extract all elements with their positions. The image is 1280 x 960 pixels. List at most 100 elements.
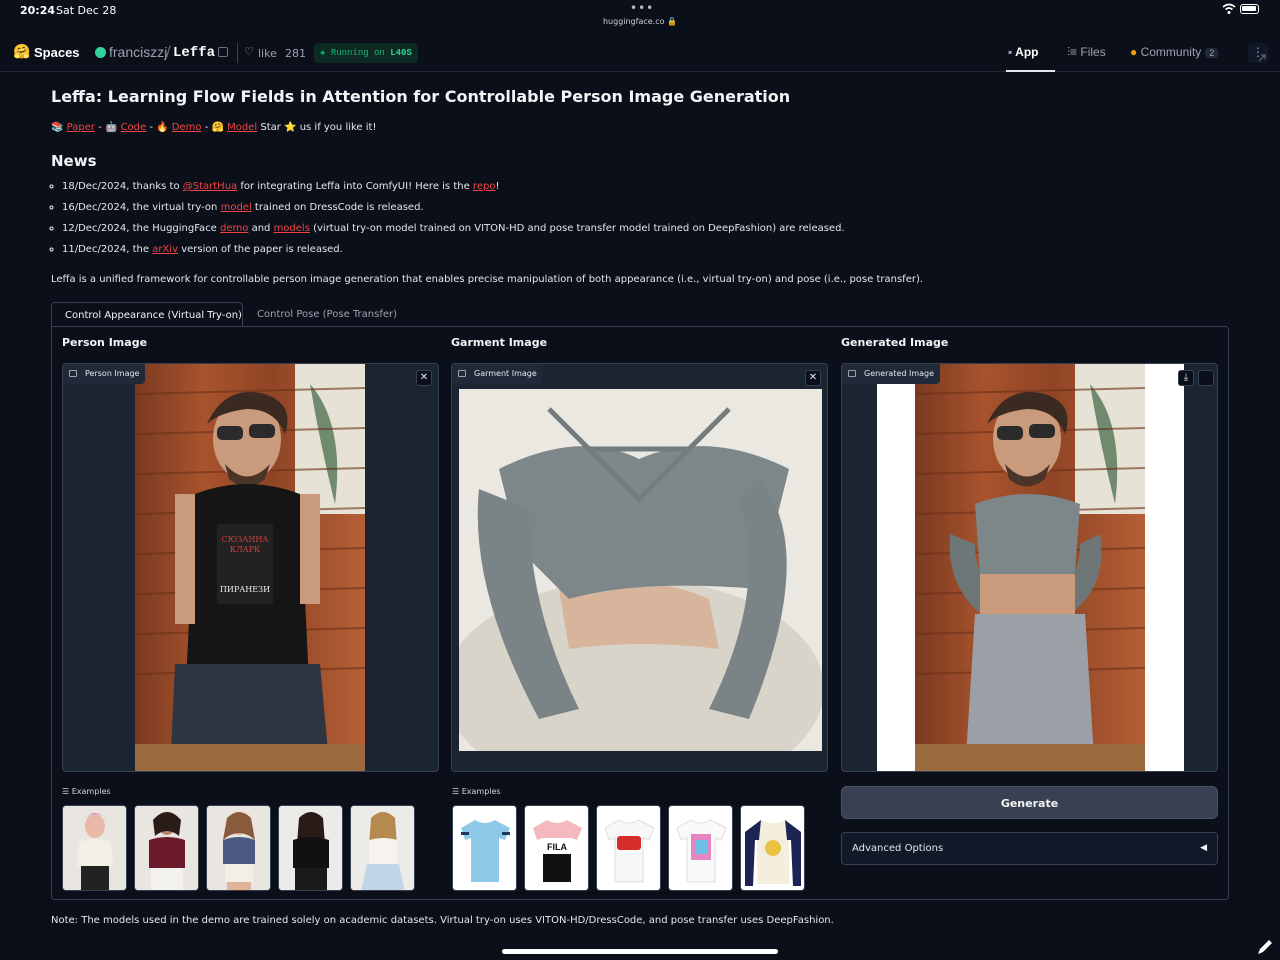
person-photo-art: СЮЗАННА КЛАРК ПИРАНЕЗИ [135,364,365,771]
caret-left-icon: ◀ [1200,843,1207,853]
footnote: Note: The models used in the demo are tr… [51,915,834,926]
news-item: 16/Dec/2024, the virtual try-on model tr… [62,201,845,214]
garment-image-upload[interactable]: Garment Image ✕ [451,363,828,772]
community-count: 2 [1205,48,1219,58]
star-text: Star [260,122,281,133]
person-example-thumb[interactable] [62,805,127,891]
garment-example-thumb[interactable] [452,805,517,891]
garment-example-thumb[interactable] [668,805,733,891]
community-icon: ● [1130,45,1138,59]
hf-header: 🤗 Spaces franciszzj / Leffa ♡ like 281 ✚… [0,36,1280,72]
tab-community[interactable]: ● Community 2 [1130,45,1219,59]
book-text: КЛАРК [230,545,261,554]
book-text: СЮЗАННА [222,535,269,544]
resource-links: 📚 Paper - 🤖 Code - 🔥 Demo - 🤗 Model Star… [51,122,377,133]
news-link[interactable]: repo [473,181,496,192]
path-separator: / [166,44,171,60]
person-example-thumb[interactable] [278,805,343,891]
person-photo: СЮЗАННА КЛАРК ПИРАНЕЗИ [135,364,365,771]
garment-image-label: Garment Image [452,364,543,384]
news-link[interactable]: demo [220,223,248,234]
like-button[interactable]: like [258,47,277,60]
generated-photo [915,364,1145,771]
news-link[interactable]: models [274,223,310,234]
hugging-face-icon: 🤗 [211,122,224,133]
garment-photo-art [459,389,822,751]
news-item: 18/Dec/2024, thanks to @StartHua for int… [62,180,845,193]
wifi-icon [1222,3,1236,14]
owner-link[interactable]: franciszzj [109,44,167,60]
url-label[interactable]: huggingface.co 🔒 [600,17,680,26]
paper-link[interactable]: Paper [67,122,95,133]
like-count[interactable]: 281 [285,47,306,60]
download-icon[interactable]: ⤓ [1178,370,1194,386]
book-title: ПИРАНЕЗИ [220,585,270,594]
description: Leffa is a unified framework for control… [51,274,924,285]
repo-link[interactable]: Leffa [173,45,215,61]
generated-image-output: Generated Image ⤓ [841,363,1218,772]
news-link[interactable]: arXiv [152,244,178,255]
news-list: 18/Dec/2024, thanks to @StartHua for int… [62,180,845,264]
share-icon[interactable] [1198,370,1214,386]
generated-image-title: Generated Image [841,336,949,349]
tee-text: FILA [547,842,567,852]
image-icon [69,370,77,377]
battery-icon [1240,4,1259,14]
image-icon [458,370,466,377]
model-link[interactable]: Model [227,122,257,133]
generated-photo-art [915,364,1145,771]
more-dots-icon[interactable]: ••• [630,1,654,15]
code-link[interactable]: Code [121,122,147,133]
garment-example-thumb[interactable] [740,805,805,891]
person-example-thumb[interactable] [350,805,415,891]
external-link-icon[interactable] [1257,53,1267,63]
advanced-options-accordion[interactable]: Advanced Options ◀ [841,832,1218,865]
robot-icon: 🤖 [104,122,118,133]
person-image-title: Person Image [62,336,148,349]
running-badge: ✚ Running on L40S [314,43,418,63]
image-icon [848,370,856,377]
person-example-thumb[interactable] [134,805,199,891]
demo-link[interactable]: Demo [172,122,202,133]
tab-control-pose[interactable]: Control Pose (Pose Transfer) [244,302,410,327]
tab-files[interactable]: ⫶≡ Files [1067,45,1106,60]
advanced-options-label: Advanced Options [852,843,944,854]
list-icon: ☰ [62,787,70,796]
person-image-upload[interactable]: Person Image ✕ СЮЗАННА КЛАРК ПИРАНЕЗИ [62,363,439,772]
list-icon: ☰ [452,787,460,796]
news-item: 12/Dec/2024, the HuggingFace demo and mo… [62,222,845,235]
books-icon: 📚 [51,122,64,133]
cube-icon: ▪ [1008,45,1013,59]
active-tab-underline [1006,70,1055,72]
home-indicator[interactable] [502,949,778,954]
news-heading: News [51,152,97,170]
spaces-link[interactable]: Spaces [34,45,80,60]
copy-icon[interactable] [218,47,228,57]
clock: 20:24 [20,4,56,17]
ios-status-bar: 20:24 Sat Dec 28 ••• huggingface.co 🔒 [0,0,1280,32]
person-image-label: Person Image [63,364,146,384]
clear-garment-image-button[interactable]: ✕ [805,370,821,386]
tab-app[interactable]: ▪ App [1008,45,1038,59]
page-title: Leffa: Learning Flow Fields in Attention… [51,87,791,106]
news-link[interactable]: @StartHua [183,181,237,192]
pencil-icon[interactable] [1256,938,1274,956]
generated-image-label: Generated Image [842,364,941,384]
date: Sat Dec 28 [56,4,117,17]
hf-logo-icon[interactable]: 🤗 [13,44,30,60]
star-icon: ⭐ [284,122,297,133]
person-example-thumb[interactable] [206,805,271,891]
news-link[interactable]: model [221,202,252,213]
garment-examples-label: ☰ Examples [452,787,501,796]
generate-button[interactable]: Generate [841,786,1218,819]
tab-control-appearance[interactable]: Control Appearance (Virtual Try-on) [51,302,243,327]
heart-icon[interactable]: ♡ [244,45,254,58]
star-text-post: us if you like it! [299,122,377,133]
garment-example-thumb[interactable]: FILA [524,805,589,891]
garment-example-thumb[interactable] [596,805,661,891]
owner-avatar[interactable] [95,47,106,58]
files-icon: ⫶≡ [1067,45,1078,59]
clear-person-image-button[interactable]: ✕ [416,370,432,386]
news-item: 11/Dec/2024, the arXiv version of the pa… [62,243,845,256]
fire-icon: 🔥 [156,122,169,133]
